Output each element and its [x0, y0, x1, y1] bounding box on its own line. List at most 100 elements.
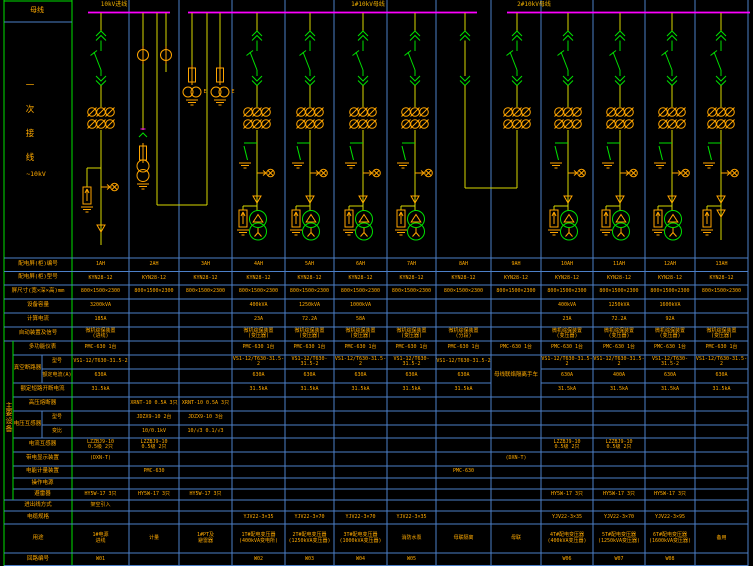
line [621, 233, 625, 237]
pt-e-mark: E [229, 89, 237, 96]
drawout-contact-icon [512, 36, 522, 41]
table-cell: 800×1500×2300 [593, 285, 645, 299]
line [300, 51, 307, 56]
table-cell: 微机综保装置 (变压器) [593, 327, 645, 341]
row-sub-label: 额定电流(A) [42, 369, 72, 383]
table-cell: VS1-12/T630-31.5-2 [232, 355, 285, 369]
table-cell: 母联 [491, 524, 541, 553]
table-cell: W05 [387, 553, 436, 566]
drawing-title-char: 线 [24, 154, 36, 164]
table-cell: 6T#配电变压器 (1600kVA变压器) [645, 524, 695, 553]
path [555, 146, 559, 160]
table-cell: YJV22-3×35 [541, 511, 593, 524]
table-cell: KYN28-12 [334, 272, 387, 286]
table-cell: 23A [541, 313, 593, 327]
table-cell: 23A [232, 313, 285, 327]
table-cell: 微机综保装置 (变压器) [541, 327, 593, 341]
table-cell: 31.5kA [387, 383, 436, 397]
table-cell: KYN28-12 [232, 272, 285, 286]
path [411, 215, 421, 223]
row-label: 配电屏(柜)型号 [4, 272, 72, 286]
table-cell: PMC-630 1台 [436, 341, 491, 355]
row-sub-label: 型号 [42, 355, 72, 369]
table-cell: PMC-630 1台 [232, 341, 285, 355]
table-cell: 9AH [491, 258, 541, 272]
table-cell: KYN28-12 [179, 272, 232, 286]
table-cell: 3200kVA [72, 299, 129, 313]
table-cell: YJV22-3×70 [334, 511, 387, 524]
path [607, 146, 611, 160]
table-cell: 800×1500×2300 [232, 285, 285, 299]
table-cell: 微机综保装置 (变压器) [334, 327, 387, 341]
table-cell: 7AH [387, 258, 436, 272]
line [618, 233, 622, 237]
drawout-contact-icon [615, 36, 625, 41]
table-cell: 31.5kA [645, 383, 695, 397]
breaker-icon [94, 52, 101, 70]
table-cell: PMC-630 1台 [334, 341, 387, 355]
row-label: 额定短路开断电流 [13, 383, 72, 397]
table-cell: 1250kVA [593, 299, 645, 313]
breaker-icon [510, 52, 517, 70]
table-cell: KYN28-12 [129, 272, 179, 286]
table-cell: 630A [645, 369, 695, 383]
line [255, 233, 259, 237]
table-cell: 800×1500×2300 [72, 285, 129, 299]
cad-drawing-canvas: 母线 ~10kV 10kV进线1#10kV母线2#10kV母线EE一次接线主 要… [0, 0, 753, 566]
table-cell: PMC-630 1台 [645, 341, 695, 355]
row-label: 避雷器 [13, 489, 72, 500]
table-cell: 10/√3 0.1/√3 [179, 425, 232, 438]
table-cell: 微机综保装置 (变压器) [695, 327, 748, 341]
drawout-contact-icon [716, 36, 726, 41]
table-cell: VS1-12/T630-31.5-2 [387, 355, 436, 369]
table-cell: 400kVA [541, 299, 593, 313]
path [616, 215, 626, 223]
table-cell: 4T#配电变压器 (400kVA变压器) [541, 524, 593, 553]
line [258, 233, 262, 237]
path [659, 146, 663, 160]
row-label: 回路编号 [4, 553, 72, 566]
row-label: 配电屏(柜)编号 [4, 258, 72, 272]
table-cell: 架空引入 [72, 500, 129, 511]
row-block-label: 真空断路器 [13, 355, 42, 383]
table-cell: 微机综保装置 (变压器) [232, 327, 285, 341]
drawout-contact-icon [305, 76, 315, 81]
table-cell: PMC-630 1台 [491, 341, 541, 355]
pt-e-mark: E [201, 89, 209, 96]
table-cell: KYN28-12 [285, 272, 334, 286]
breaker-icon [613, 52, 620, 70]
breaker-icon [303, 52, 310, 70]
row-block-label: 电压互感器 [13, 411, 42, 438]
table-cell: 1AH [72, 258, 129, 272]
drawing-title-char: 接 [24, 130, 36, 140]
table-cell: XRNT-10 0.5A 3只 [129, 397, 179, 411]
table-cell: PMC-630 1台 [72, 341, 129, 355]
path [708, 146, 712, 160]
table-cell: W01 [72, 553, 129, 566]
table-cell: 母联隔离 [436, 524, 491, 553]
table-cell: 3T#配电变压器 (1000kVA变压器) [334, 524, 387, 553]
table-cell: 1250kVA [285, 299, 334, 313]
table-cell: 11AH [593, 258, 645, 272]
path [402, 146, 406, 160]
table-cell: 630A [232, 369, 285, 383]
row-label: 用途 [4, 524, 72, 553]
table-cell: 2AH [129, 258, 179, 272]
breaker-icon [665, 52, 672, 70]
table-cell: 630A [436, 369, 491, 383]
breaker-icon [561, 52, 568, 70]
table-cell: 800×1500×2300 [334, 285, 387, 299]
drawout-contact-icon [563, 36, 573, 41]
table-cell: 800×1500×2300 [645, 285, 695, 299]
row-label: 电缆规格 [4, 511, 72, 524]
line [569, 233, 573, 237]
table-cell: 10/0.1kV [129, 425, 179, 438]
row-label: 高压熔断器 [13, 397, 72, 411]
table-cell: 31.5kA [436, 383, 491, 397]
line [91, 51, 98, 56]
drawing-title-char: 一 [24, 82, 36, 92]
table-cell: HY5W-17 3只 [179, 489, 232, 500]
table-cell: 630A [695, 369, 748, 383]
table-cell: VS1-12/T630-31.5-2 [593, 355, 645, 369]
table-cell: HY5W-17 3只 [645, 489, 695, 500]
